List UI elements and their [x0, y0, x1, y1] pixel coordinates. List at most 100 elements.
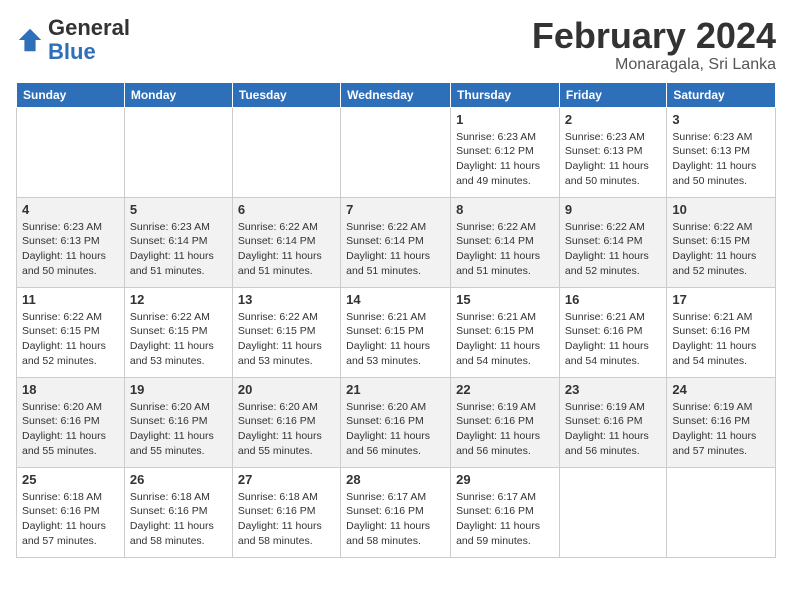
cell-info: Sunrise: 6:21 AMSunset: 6:16 PMDaylight:…: [672, 310, 770, 369]
calendar-cell: 22Sunrise: 6:19 AMSunset: 6:16 PMDayligh…: [451, 377, 560, 467]
calendar-header: SundayMondayTuesdayWednesdayThursdayFrid…: [17, 82, 776, 107]
calendar-cell: [232, 107, 340, 197]
cell-info: Sunrise: 6:22 AMSunset: 6:14 PMDaylight:…: [238, 220, 335, 279]
header-cell-wednesday: Wednesday: [341, 82, 451, 107]
cell-info: Sunrise: 6:20 AMSunset: 6:16 PMDaylight:…: [22, 400, 119, 459]
day-number: 10: [672, 202, 770, 217]
header-cell-monday: Monday: [124, 82, 232, 107]
month-year-title: February 2024: [532, 16, 776, 56]
calendar-cell: 15 Sunrise: 6:21 AMSunset: 6:15 PMDayligh…: [451, 287, 560, 377]
calendar-cell: [17, 107, 125, 197]
logo: General Blue: [16, 16, 130, 64]
calendar-cell: 8 Sunrise: 6:22 AMSunset: 6:14 PMDaylight…: [451, 197, 560, 287]
header-row: SundayMondayTuesdayWednesdayThursdayFrid…: [17, 82, 776, 107]
cell-info: Sunrise: 6:21 AMSunset: 6:15 PMDaylight:…: [346, 310, 445, 369]
day-number: 28: [346, 472, 445, 487]
calendar-cell: 20Sunrise: 6:20 AMSunset: 6:16 PMDayligh…: [232, 377, 340, 467]
calendar-cell: 5Sunrise: 6:23 AMSunset: 6:14 PMDaylight…: [124, 197, 232, 287]
day-number: 9: [565, 202, 661, 217]
cell-info: Sunrise: 6:18 AMSunset: 6:16 PMDaylight:…: [238, 490, 335, 549]
calendar-cell: [341, 107, 451, 197]
day-number: 8: [456, 202, 554, 217]
calendar-week-5: 25 Sunrise: 6:18 AMSunset: 6:16 PMDayligh…: [17, 467, 776, 557]
cell-info: Sunrise: 6:21 AMSunset: 6:15 PMDaylight:…: [456, 310, 554, 369]
calendar-week-2: 4 Sunrise: 6:23 AMSunset: 6:13 PMDaylight…: [17, 197, 776, 287]
cell-info: Sunrise: 6:22 AMSunset: 6:15 PMDaylight:…: [238, 310, 335, 369]
day-number: 17: [672, 292, 770, 307]
calendar-cell: 29Sunrise: 6:17 AMSunset: 6:16 PMDayligh…: [451, 467, 560, 557]
calendar-cell: 19Sunrise: 6:20 AMSunset: 6:16 PMDayligh…: [124, 377, 232, 467]
cell-info: Sunrise: 6:20 AMSunset: 6:16 PMDaylight:…: [346, 400, 445, 459]
calendar-cell: [667, 467, 776, 557]
calendar-cell: [559, 467, 666, 557]
calendar-week-4: 18 Sunrise: 6:20 AMSunset: 6:16 PMDayligh…: [17, 377, 776, 467]
cell-info: Sunrise: 6:22 AMSunset: 6:15 PMDaylight:…: [672, 220, 770, 279]
day-number: 13: [238, 292, 335, 307]
header-cell-sunday: Sunday: [17, 82, 125, 107]
calendar-cell: 12Sunrise: 6:22 AMSunset: 6:15 PMDayligh…: [124, 287, 232, 377]
day-number: 19: [130, 382, 227, 397]
cell-info: Sunrise: 6:23 AMSunset: 6:13 PMDaylight:…: [22, 220, 119, 279]
header-cell-tuesday: Tuesday: [232, 82, 340, 107]
cell-info: Sunrise: 6:22 AMSunset: 6:14 PMDaylight:…: [565, 220, 661, 279]
calendar-cell: 9 Sunrise: 6:22 AMSunset: 6:14 PMDaylight…: [559, 197, 666, 287]
calendar-cell: 6 Sunrise: 6:22 AMSunset: 6:14 PMDaylight…: [232, 197, 340, 287]
cell-info: Sunrise: 6:22 AMSunset: 6:14 PMDaylight:…: [346, 220, 445, 279]
cell-info: Sunrise: 6:19 AMSunset: 6:16 PMDaylight:…: [456, 400, 554, 459]
calendar-cell: 14 Sunrise: 6:21 AMSunset: 6:15 PMDayligh…: [341, 287, 451, 377]
day-number: 24: [672, 382, 770, 397]
day-number: 2: [565, 112, 661, 127]
calendar-cell: 1Sunrise: 6:23 AMSunset: 6:12 PMDaylight…: [451, 107, 560, 197]
day-number: 3: [672, 112, 770, 127]
logo-icon: [16, 26, 44, 54]
calendar-cell: 28 Sunrise: 6:17 AMSunset: 6:16 PMDayligh…: [341, 467, 451, 557]
logo-blue: Blue: [48, 39, 96, 64]
calendar-cell: 11 Sunrise: 6:22 AMSunset: 6:15 PMDayligh…: [17, 287, 125, 377]
cell-info: Sunrise: 6:20 AMSunset: 6:16 PMDaylight:…: [238, 400, 335, 459]
page-header: General Blue February 2024 Monaragala, S…: [16, 16, 776, 74]
header-cell-saturday: Saturday: [667, 82, 776, 107]
day-number: 6: [238, 202, 335, 217]
calendar-body: 1Sunrise: 6:23 AMSunset: 6:12 PMDaylight…: [17, 107, 776, 557]
calendar-cell: 7Sunrise: 6:22 AMSunset: 6:14 PMDaylight…: [341, 197, 451, 287]
day-number: 4: [22, 202, 119, 217]
day-number: 11: [22, 292, 119, 307]
cell-info: Sunrise: 6:22 AMSunset: 6:15 PMDaylight:…: [22, 310, 119, 369]
day-number: 25: [22, 472, 119, 487]
day-number: 12: [130, 292, 227, 307]
calendar-cell: 27 Sunrise: 6:18 AMSunset: 6:16 PMDayligh…: [232, 467, 340, 557]
calendar-cell: 18 Sunrise: 6:20 AMSunset: 6:16 PMDayligh…: [17, 377, 125, 467]
calendar-cell: 25 Sunrise: 6:18 AMSunset: 6:16 PMDayligh…: [17, 467, 125, 557]
cell-info: Sunrise: 6:23 AMSunset: 6:12 PMDaylight:…: [456, 130, 554, 189]
header-cell-friday: Friday: [559, 82, 666, 107]
calendar-cell: 17 Sunrise: 6:21 AMSunset: 6:16 PMDayligh…: [667, 287, 776, 377]
calendar-table: SundayMondayTuesdayWednesdayThursdayFrid…: [16, 82, 776, 558]
calendar-cell: 4 Sunrise: 6:23 AMSunset: 6:13 PMDaylight…: [17, 197, 125, 287]
cell-info: Sunrise: 6:21 AMSunset: 6:16 PMDaylight:…: [565, 310, 661, 369]
cell-info: Sunrise: 6:18 AMSunset: 6:16 PMDaylight:…: [22, 490, 119, 549]
day-number: 26: [130, 472, 227, 487]
day-number: 21: [346, 382, 445, 397]
cell-info: Sunrise: 6:22 AMSunset: 6:14 PMDaylight:…: [456, 220, 554, 279]
location-subtitle: Monaragala, Sri Lanka: [532, 56, 776, 74]
logo-general: General: [48, 15, 130, 40]
calendar-cell: 24Sunrise: 6:19 AMSunset: 6:16 PMDayligh…: [667, 377, 776, 467]
calendar-week-1: 1Sunrise: 6:23 AMSunset: 6:12 PMDaylight…: [17, 107, 776, 197]
calendar-cell: 2 Sunrise: 6:23 AMSunset: 6:13 PMDaylight…: [559, 107, 666, 197]
day-number: 16: [565, 292, 661, 307]
day-number: 18: [22, 382, 119, 397]
day-number: 15: [456, 292, 554, 307]
calendar-cell: 3 Sunrise: 6:23 AMSunset: 6:13 PMDaylight…: [667, 107, 776, 197]
cell-info: Sunrise: 6:23 AMSunset: 6:13 PMDaylight:…: [672, 130, 770, 189]
cell-info: Sunrise: 6:18 AMSunset: 6:16 PMDaylight:…: [130, 490, 227, 549]
calendar-cell: 23Sunrise: 6:19 AMSunset: 6:16 PMDayligh…: [559, 377, 666, 467]
calendar-week-3: 11 Sunrise: 6:22 AMSunset: 6:15 PMDayligh…: [17, 287, 776, 377]
cell-info: Sunrise: 6:17 AMSunset: 6:16 PMDaylight:…: [346, 490, 445, 549]
day-number: 27: [238, 472, 335, 487]
day-number: 5: [130, 202, 227, 217]
calendar-cell: 26 Sunrise: 6:18 AMSunset: 6:16 PMDayligh…: [124, 467, 232, 557]
cell-info: Sunrise: 6:23 AMSunset: 6:13 PMDaylight:…: [565, 130, 661, 189]
day-number: 29: [456, 472, 554, 487]
cell-info: Sunrise: 6:19 AMSunset: 6:16 PMDaylight:…: [565, 400, 661, 459]
day-number: 14: [346, 292, 445, 307]
